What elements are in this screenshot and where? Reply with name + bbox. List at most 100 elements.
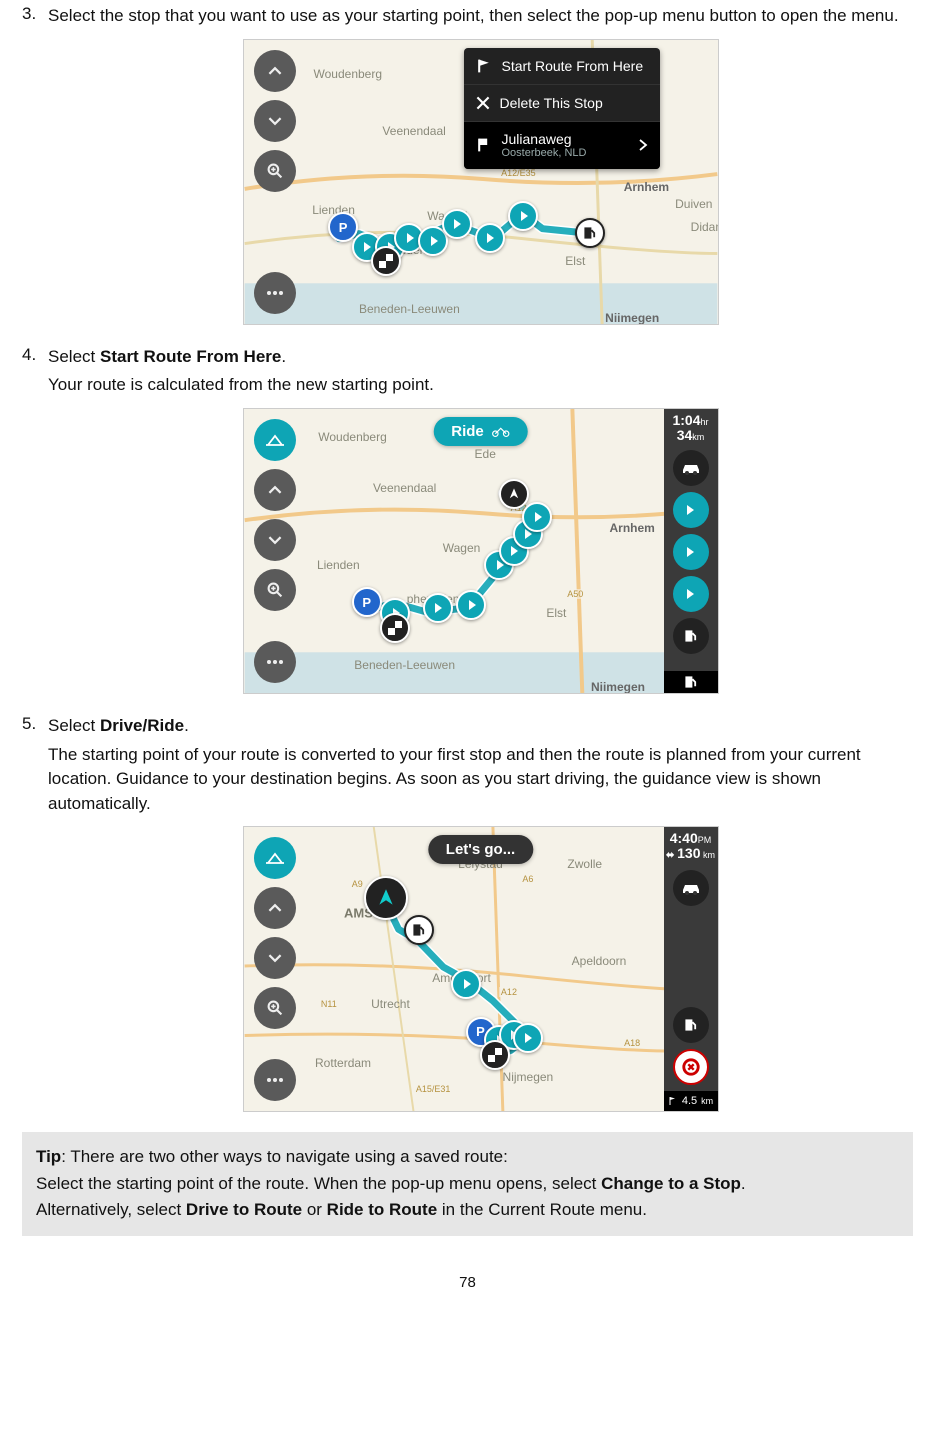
popup-delete-stop-item[interactable]: Delete This Stop <box>464 84 660 121</box>
step-3: 3. Select the stop that you want to use … <box>22 4 913 325</box>
town-rotterdam: Rotterdam <box>315 1056 371 1070</box>
destination-marker[interactable] <box>480 1040 510 1070</box>
figure-2-wrap: A12/E35 A50 Woudenberg Veenendaal Ede Ar… <box>48 408 913 694</box>
fuel-marker[interactable] <box>404 915 434 945</box>
zoom-in-button[interactable] <box>254 569 296 611</box>
flag-icon <box>388 621 402 635</box>
town-veenendaal: Veenendaal <box>382 124 445 138</box>
pan-up-button[interactable] <box>254 469 296 511</box>
more-icon <box>266 1077 284 1083</box>
stop-marker[interactable] <box>475 223 505 253</box>
flag-icon <box>379 254 393 268</box>
pan-down-button[interactable] <box>254 519 296 561</box>
road-label-a50: A50 <box>565 589 585 599</box>
view-toggle-button[interactable] <box>254 419 296 461</box>
stop-marker[interactable] <box>513 1023 543 1053</box>
more-button[interactable] <box>254 641 296 683</box>
stop-marker[interactable] <box>451 969 481 999</box>
lets-go-pill[interactable]: Let's go... <box>428 835 533 864</box>
fuel-icon <box>583 226 597 240</box>
popup-location-sub: Oosterbeek, NLD <box>502 147 628 159</box>
flag-small-icon <box>668 1096 678 1106</box>
popup-delete-stop-label: Delete This Stop <box>500 95 603 111</box>
traffic-car-icon[interactable] <box>673 870 709 906</box>
map-left-controls <box>254 837 296 1101</box>
map-left-controls <box>254 50 296 314</box>
stop-marker[interactable] <box>442 209 472 239</box>
zoom-in-button[interactable] <box>254 987 296 1029</box>
zoom-in-icon <box>267 163 283 179</box>
change-to-a-stop-bold: Change to a Stop <box>601 1174 741 1193</box>
more-button[interactable] <box>254 1059 296 1101</box>
town-woudenberg: Woudenberg <box>318 430 387 444</box>
step-4: 4. Select Start Route From Here. Your ro… <box>22 345 913 694</box>
town-ede: Ede <box>475 447 496 461</box>
town-zwolle: Zwolle <box>567 857 602 871</box>
traffic-fuel-icon[interactable] <box>673 1007 709 1043</box>
chevron-up-icon <box>268 901 282 915</box>
tip-line-1: Tip: There are two other ways to navigat… <box>36 1144 899 1170</box>
town-arnhem: Arnhem <box>624 180 669 194</box>
current-position-marker[interactable] <box>499 479 529 509</box>
parking-marker[interactable]: P <box>352 587 382 617</box>
car-icon <box>681 461 701 475</box>
traffic-stop-icon[interactable] <box>673 576 709 612</box>
fuel-icon <box>412 923 426 937</box>
popup-start-route-item[interactable]: Start Route From Here <box>464 48 660 84</box>
destination-marker[interactable] <box>380 613 410 643</box>
more-button[interactable] <box>254 272 296 314</box>
traffic-car-icon[interactable] <box>673 450 709 486</box>
road-label-a9: A9 <box>350 879 365 889</box>
town-elst: Elst <box>546 606 566 620</box>
stop-marker[interactable] <box>456 590 486 620</box>
traffic-panel-bottom[interactable] <box>664 671 718 693</box>
current-position-marker[interactable] <box>364 876 408 920</box>
step-4-line1: Select Start Route From Here. <box>48 345 913 370</box>
traffic-stop-icon[interactable] <box>673 492 709 528</box>
stop-marker[interactable] <box>508 201 538 231</box>
step-5-number: 5. <box>22 714 36 734</box>
zoom-in-icon <box>267 1000 283 1016</box>
town-beneden: Beneden-Leeuwen <box>359 302 460 316</box>
pan-down-button[interactable] <box>254 100 296 142</box>
destination-marker[interactable] <box>371 246 401 276</box>
close-icon <box>476 96 490 110</box>
pan-up-button[interactable] <box>254 887 296 929</box>
ride-to-route-bold: Ride to Route <box>327 1200 438 1219</box>
traffic-fuel-icon[interactable] <box>673 618 709 654</box>
town-arnhem: Arnhem <box>610 521 655 535</box>
popup-location-name: Julianaweg <box>502 131 572 147</box>
step-4-number: 4. <box>22 345 36 365</box>
chevron-down-icon <box>268 114 282 128</box>
stop-marker[interactable] <box>423 593 453 623</box>
pan-up-button[interactable] <box>254 50 296 92</box>
start-route-from-here-bold: Start Route From Here <box>100 347 281 366</box>
view-toggle-button[interactable] <box>254 837 296 879</box>
traffic-stop-icon[interactable] <box>673 534 709 570</box>
zoom-in-button[interactable] <box>254 150 296 192</box>
town-beneden: Beneden-Leeuwen <box>354 658 455 672</box>
map-letsgo-screenshot: A9 N11 A15/E31 A12 A18 A6 AMSTE Lelystad… <box>243 826 719 1112</box>
stop-marker[interactable] <box>522 502 552 532</box>
traffic-delay[interactable]: 4.5km <box>664 1091 718 1111</box>
traffic-warning-icon[interactable] <box>673 1049 709 1085</box>
popup-location-header[interactable]: Julianaweg Oosterbeek, NLD <box>464 121 660 169</box>
direction-arrow-icon <box>507 487 521 501</box>
ride-pill[interactable]: Ride <box>433 417 528 446</box>
car-icon <box>681 881 701 895</box>
fuel-marker[interactable] <box>575 218 605 248</box>
drive-to-route-bold: Drive to Route <box>186 1200 302 1219</box>
town-utrecht: Utrecht <box>371 997 410 1011</box>
chevron-down-icon <box>268 951 282 965</box>
town-apeldoorn: Apeldoorn <box>572 954 627 968</box>
chevron-up-icon <box>268 64 282 78</box>
traffic-panel[interactable]: 4:40PM ⬌ 130 km 4.5km <box>664 827 718 1111</box>
ride-pill-label: Ride <box>451 423 484 440</box>
traffic-panel[interactable]: 1:04hr 34km <box>664 409 718 693</box>
direction-arrow-icon <box>375 887 397 909</box>
pan-down-button[interactable] <box>254 937 296 979</box>
step-5: 5. Select Drive/Ride. The starting point… <box>22 714 913 1113</box>
figure-3-wrap: A9 N11 A15/E31 A12 A18 A6 AMSTE Lelystad… <box>48 826 913 1112</box>
drive-ride-bold: Drive/Ride <box>100 716 184 735</box>
zoom-in-icon <box>267 582 283 598</box>
